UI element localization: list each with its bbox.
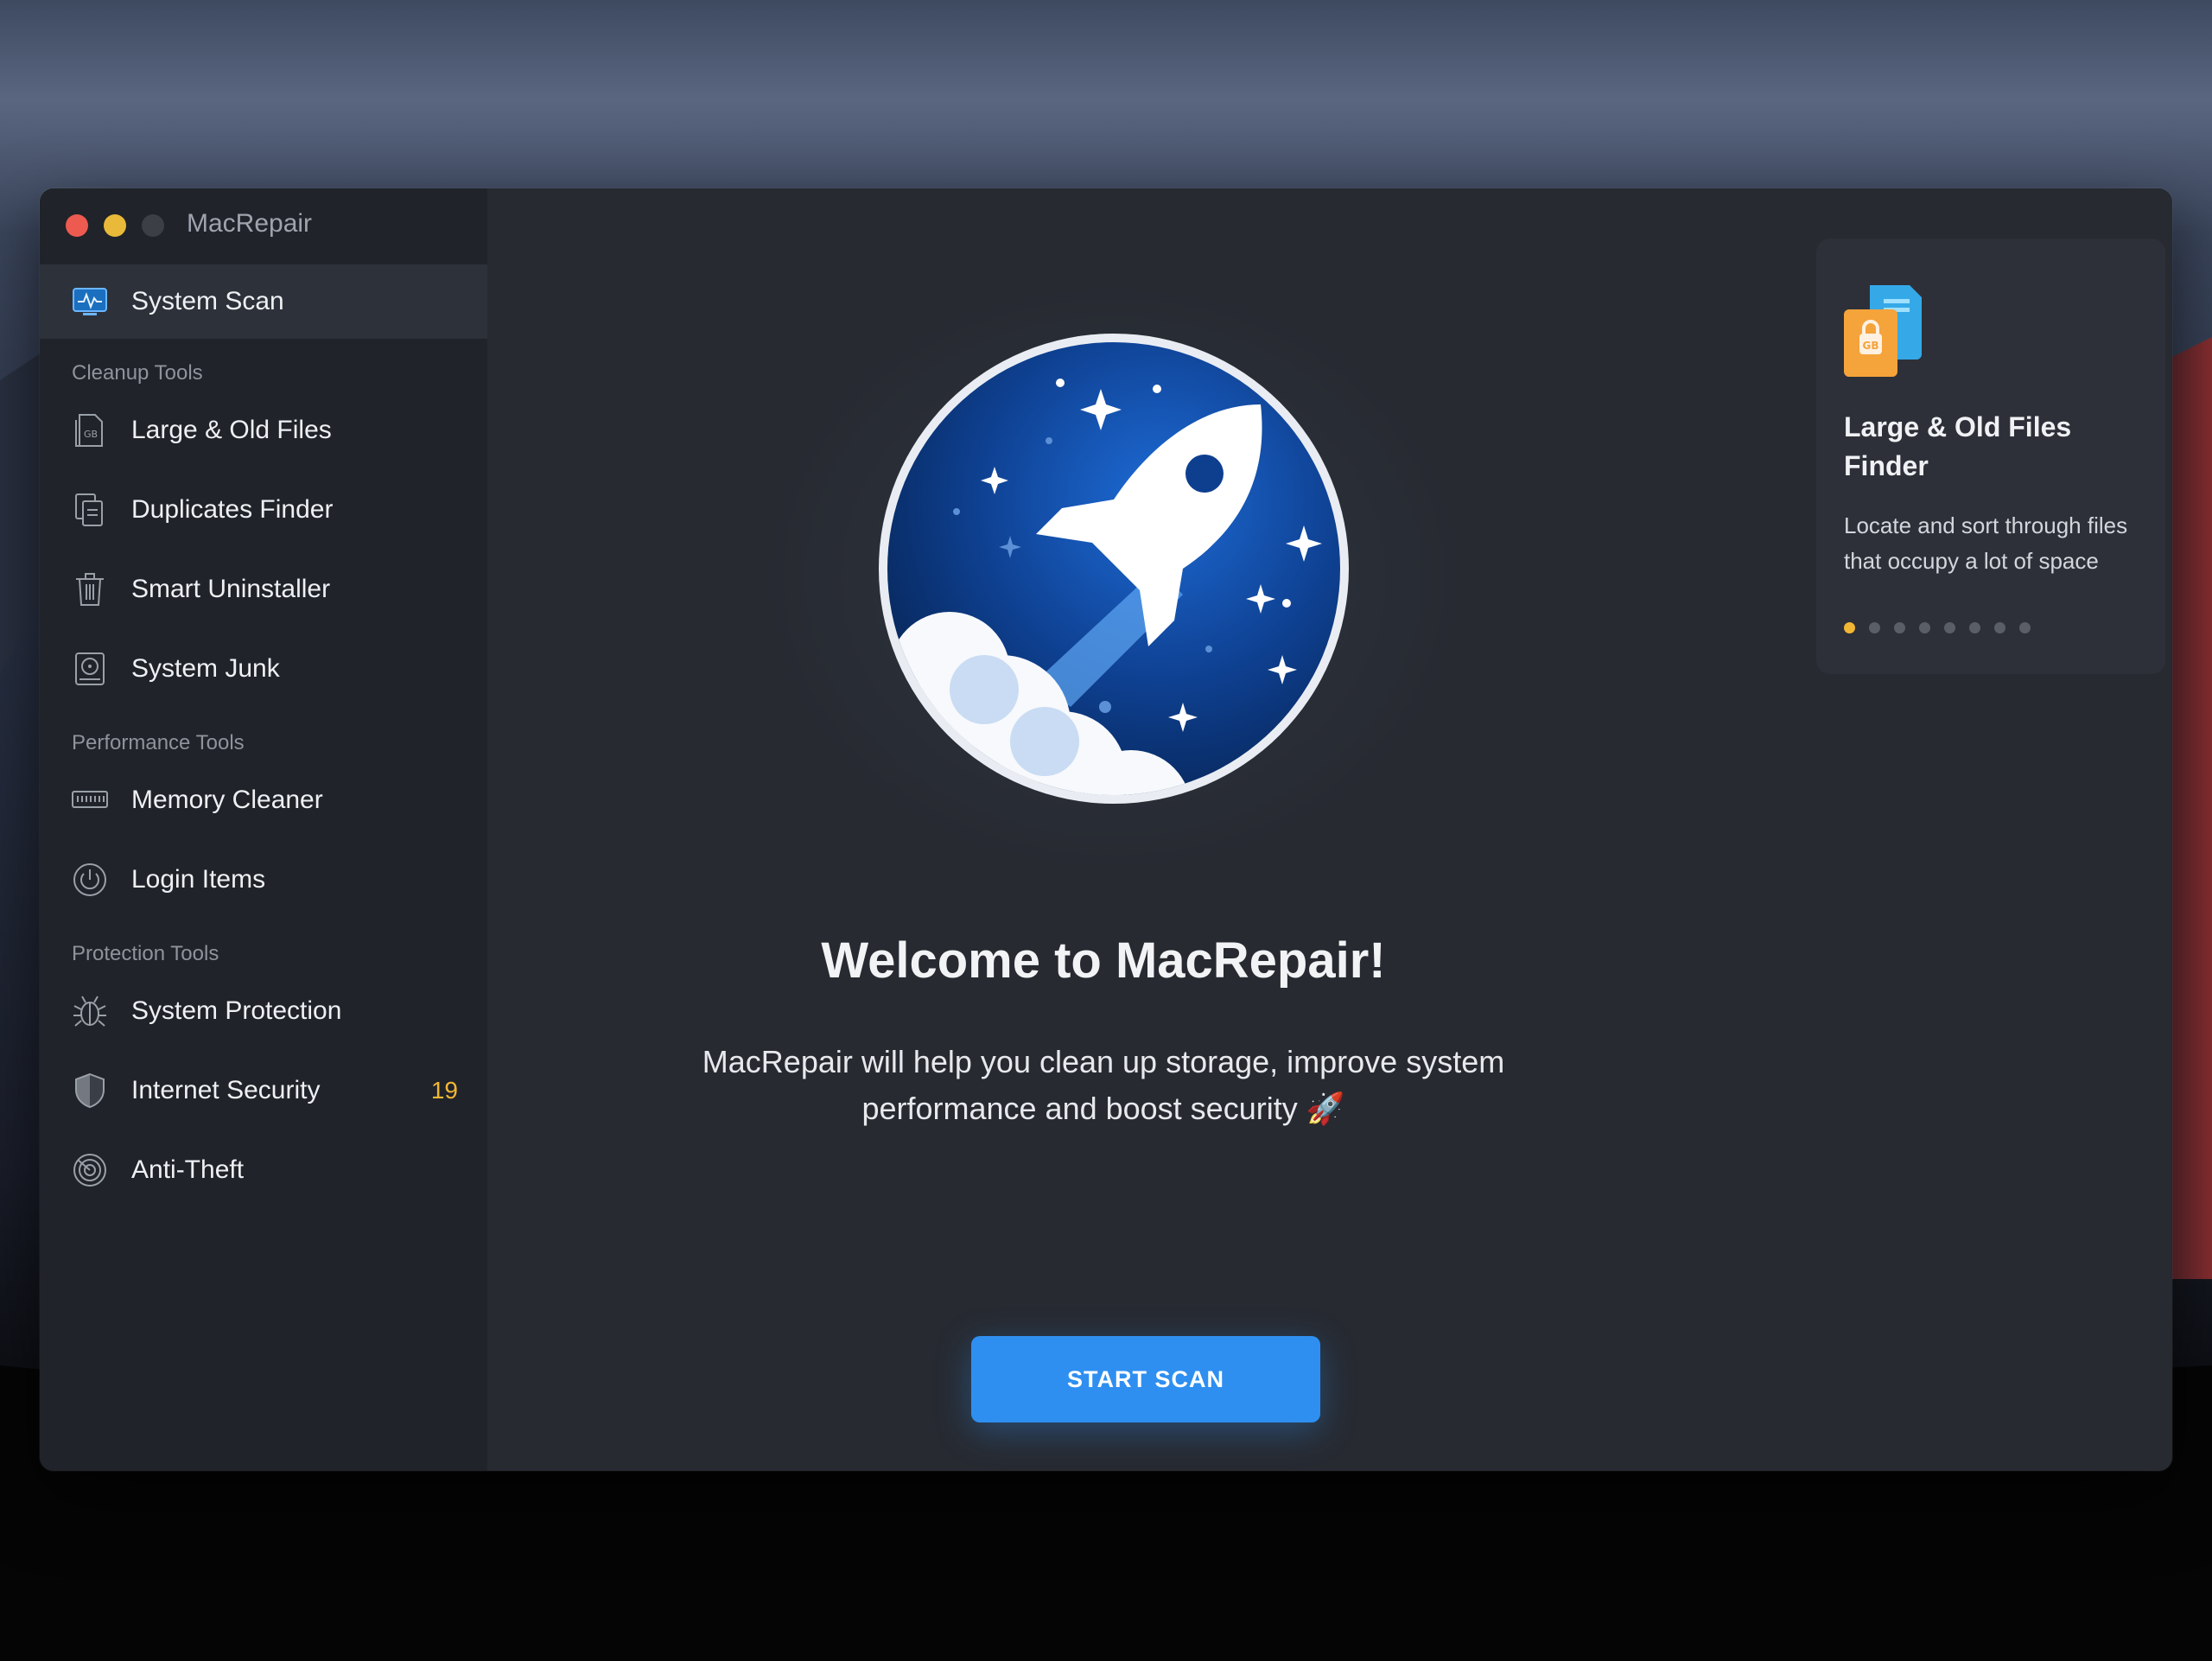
sidebar: MacRepair System Scan Cleanup Tools GB L… [40, 188, 487, 1471]
welcome-title: Welcome to MacRepair! [821, 932, 1386, 989]
minimize-button[interactable] [104, 214, 126, 237]
card-title: Large & Old Files Finder [1844, 411, 2072, 481]
sidebar-item-anti-theft[interactable]: Anti-Theft [40, 1130, 487, 1210]
gb-file-icon: GB [1844, 285, 1922, 377]
carousel-dot-active[interactable] [1844, 622, 1855, 633]
zoom-button[interactable] [142, 214, 164, 237]
shield-icon [71, 1072, 109, 1110]
sidebar-item-label: Duplicates Finder [131, 495, 334, 524]
carousel-pagination [1844, 622, 2031, 633]
carousel-dot[interactable] [1869, 622, 1880, 633]
sidebar-item-duplicates-finder[interactable]: Duplicates Finder [40, 470, 487, 550]
trash-icon [71, 570, 109, 608]
sidebar-item-label: Memory Cleaner [131, 786, 323, 814]
app-window: MacRepair System Scan Cleanup Tools GB L… [40, 188, 2172, 1471]
sidebar-item-internet-security[interactable]: Internet Security 19 [40, 1051, 487, 1130]
section-heading-cleanup: Cleanup Tools [72, 361, 203, 385]
sidebar-item-label: Smart Uninstaller [131, 575, 331, 603]
carousel-dot[interactable] [2019, 622, 2031, 633]
start-scan-button[interactable]: START SCAN [971, 1336, 1320, 1422]
app-title: MacRepair [187, 209, 313, 238]
sidebar-item-label: System Protection [131, 996, 342, 1025]
sidebar-item-label: System Junk [131, 654, 280, 683]
sidebar-item-system-scan[interactable]: System Scan [40, 264, 487, 339]
sidebar-item-label: Anti-Theft [131, 1155, 245, 1184]
svg-text:GB: GB [1863, 340, 1879, 352]
title-bar: MacRepair [40, 188, 487, 264]
sidebar-item-label: Large & Old Files [131, 416, 332, 444]
carousel-dot[interactable] [1969, 622, 1980, 633]
duplicate-files-icon [71, 491, 109, 529]
sidebar-item-system-junk[interactable]: System Junk [40, 629, 487, 709]
section-heading-protection: Protection Tools [72, 942, 219, 965]
carousel-dot[interactable] [1994, 622, 2005, 633]
sidebar-item-label: System Scan [131, 287, 284, 315]
close-button[interactable] [66, 214, 88, 237]
sidebar-nav: System Scan Cleanup Tools GB Large & Old… [40, 264, 487, 1210]
gb-file-icon: GB [71, 411, 109, 449]
carousel-dot[interactable] [1944, 622, 1955, 633]
rocket-icon [879, 334, 1349, 804]
feature-card[interactable]: GB Large & Old Files Finder Locate and s… [1816, 239, 2165, 674]
svg-text:GB: GB [84, 429, 98, 440]
sidebar-item-login-items[interactable]: Login Items [40, 840, 487, 920]
sidebar-item-label: Internet Security [131, 1076, 321, 1104]
security-count-badge: 19 [430, 1077, 458, 1104]
sidebar-item-large-old-files[interactable]: GB Large & Old Files [40, 391, 487, 470]
radar-icon [71, 1151, 109, 1189]
subtitle-line: performance and boost security 🚀 [861, 1091, 1345, 1126]
subtitle-line: MacRepair will help you clean up storage… [702, 1044, 1505, 1079]
carousel-dot[interactable] [1919, 622, 1930, 633]
monitor-pulse-icon [71, 283, 109, 321]
sidebar-item-smart-uninstaller[interactable]: Smart Uninstaller [40, 550, 487, 629]
sidebar-item-memory-cleaner[interactable]: Memory Cleaner [40, 760, 487, 840]
section-heading-performance: Performance Tools [72, 731, 245, 754]
card-description: Locate and sort through files that occup… [1844, 512, 2128, 574]
hard-drive-icon [71, 650, 109, 688]
sidebar-item-label: Login Items [131, 865, 266, 894]
bug-icon [71, 992, 109, 1030]
power-icon [71, 861, 109, 899]
carousel-dot[interactable] [1894, 622, 1905, 633]
sidebar-item-system-protection[interactable]: System Protection [40, 971, 487, 1051]
welcome-subtitle: MacRepair will help you clean up storage… [634, 1039, 1573, 1132]
memory-chip-icon [71, 781, 109, 819]
main-panel: Welcome to MacRepair! MacRepair will hel… [487, 188, 2172, 1471]
